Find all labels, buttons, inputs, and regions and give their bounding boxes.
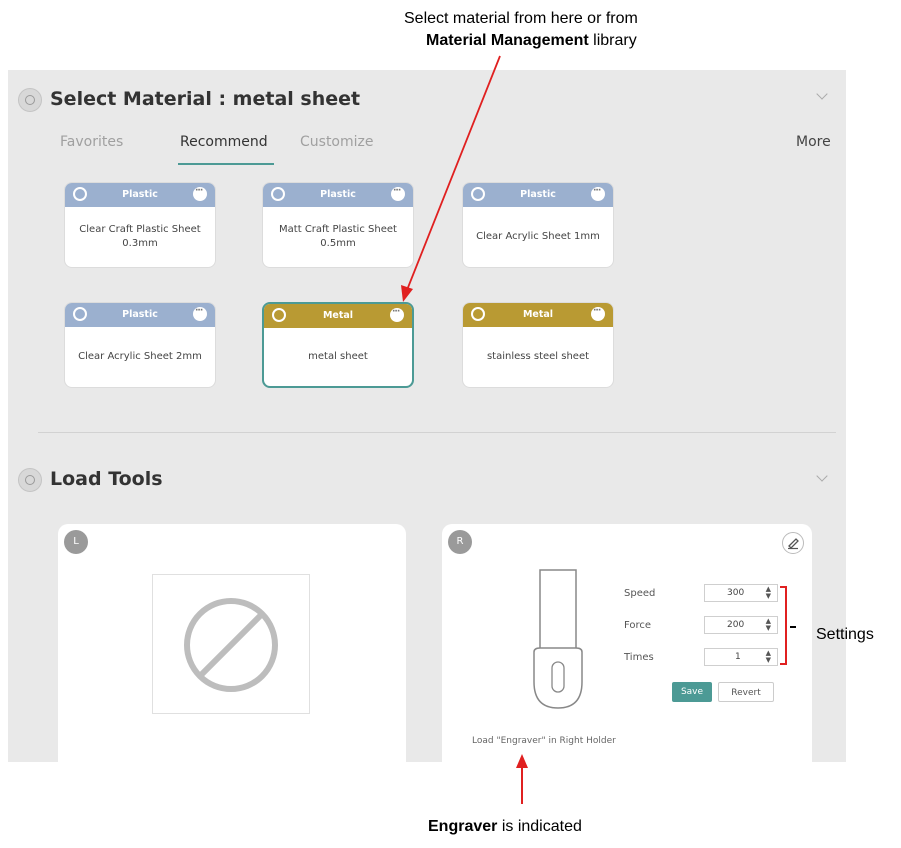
left-holder-badge: L xyxy=(64,530,88,554)
annotation-settings: Settings xyxy=(816,626,874,643)
card-category: Plastic xyxy=(122,189,158,200)
material-collapse-chevron-icon[interactable] xyxy=(816,88,828,100)
section-divider xyxy=(38,432,836,433)
tab-favorites[interactable]: Favorites xyxy=(60,134,123,150)
active-tab-underline xyxy=(178,163,274,165)
times-stepper-icon[interactable]: ▲ ▼ xyxy=(766,650,771,664)
card-name: Clear Acrylic Sheet 2mm xyxy=(78,351,202,362)
tab-recommend[interactable]: Recommend xyxy=(180,134,268,150)
more-options-icon[interactable] xyxy=(193,183,207,203)
card-name: metal sheet xyxy=(308,351,368,362)
favorite-icon[interactable] xyxy=(471,307,485,321)
card-header: Plastic xyxy=(463,183,613,207)
card-category: Plastic xyxy=(320,189,356,200)
card-name: Matt Craft Plastic Sheet 0.5mm xyxy=(279,224,397,249)
settings-bracket xyxy=(780,586,796,665)
card-name: Clear Craft Plastic Sheet 0.3mm xyxy=(79,224,201,249)
no-tool-placeholder xyxy=(152,574,310,714)
force-label: Force xyxy=(624,620,652,631)
annotation-top-line2: Material Management library xyxy=(426,32,637,50)
material-card[interactable]: Plastic Clear Acrylic Sheet 1mm xyxy=(462,182,614,268)
save-button[interactable]: Save xyxy=(672,682,712,702)
annotation-bottom: Engraver is indicated xyxy=(428,818,582,836)
card-name: Clear Acrylic Sheet 1mm xyxy=(476,231,600,242)
tab-customize[interactable]: Customize xyxy=(300,134,374,150)
card-name: stainless steel sheet xyxy=(486,351,590,362)
material-card-selected[interactable]: Metal metal sheet xyxy=(262,302,414,388)
more-options-icon[interactable] xyxy=(591,303,605,323)
right-holder-panel[interactable]: R Speed 300 ▲ ▼ Force 200 ▲ ▼ Times 1 ▲ ▼ S xyxy=(442,524,812,762)
more-options-icon[interactable] xyxy=(193,303,207,323)
speed-label: Speed xyxy=(624,588,656,599)
engraver-tool-icon xyxy=(533,569,583,709)
favorite-icon[interactable] xyxy=(271,187,285,201)
card-header: Metal xyxy=(264,304,412,328)
material-section-title: Select Material : metal sheet xyxy=(50,88,361,110)
load-instruction-text: Load "Engraver" in Right Holder xyxy=(472,736,616,746)
more-link[interactable]: More xyxy=(796,134,831,150)
app-panel: Select Material : metal sheet Favorites … xyxy=(8,70,846,762)
annotation-is-indicated: is indicated xyxy=(501,818,582,835)
favorite-icon[interactable] xyxy=(73,307,87,321)
right-holder-badge: R xyxy=(448,530,472,554)
edit-icon[interactable] xyxy=(782,532,804,554)
card-category: Metal xyxy=(322,310,354,321)
material-card[interactable]: Plastic Clear Craft Plastic Sheet 0.3mm xyxy=(64,182,216,268)
no-tool-icon xyxy=(184,598,278,692)
annotation-engraver: Engraver xyxy=(428,818,498,835)
material-section-icon xyxy=(18,88,42,112)
times-value: 1 xyxy=(735,652,741,662)
revert-button[interactable]: Revert xyxy=(718,682,774,702)
card-header: Plastic xyxy=(65,183,215,207)
speed-input[interactable]: 300 ▲ ▼ xyxy=(704,584,778,602)
card-category: Metal xyxy=(522,309,554,320)
times-input[interactable]: 1 ▲ ▼ xyxy=(704,648,778,666)
times-label: Times xyxy=(624,652,654,663)
more-options-icon[interactable] xyxy=(391,183,405,203)
force-value: 200 xyxy=(727,620,745,630)
annotation-top-line1: Select material from here or from xyxy=(404,10,638,27)
material-card[interactable]: Plastic Clear Acrylic Sheet 2mm xyxy=(64,302,216,388)
load-tools-section-icon xyxy=(18,468,42,492)
material-card[interactable]: Metal stainless steel sheet xyxy=(462,302,614,388)
force-stepper-icon[interactable]: ▲ ▼ xyxy=(766,618,771,632)
card-category: Plastic xyxy=(520,189,556,200)
card-header: Metal xyxy=(463,303,613,327)
card-category: Plastic xyxy=(122,309,158,320)
material-card[interactable]: Plastic Matt Craft Plastic Sheet 0.5mm xyxy=(262,182,414,268)
favorite-icon[interactable] xyxy=(471,187,485,201)
speed-stepper-icon[interactable]: ▲ ▼ xyxy=(766,586,771,600)
card-header: Plastic xyxy=(263,183,413,207)
favorite-icon[interactable] xyxy=(73,187,87,201)
load-tools-collapse-chevron-icon[interactable] xyxy=(816,470,828,482)
annotation-material-management: Material Management xyxy=(426,32,589,49)
speed-value: 300 xyxy=(727,588,745,598)
more-options-icon[interactable] xyxy=(390,304,404,324)
force-input[interactable]: 200 ▲ ▼ xyxy=(704,616,778,634)
more-options-icon[interactable] xyxy=(591,183,605,203)
favorite-icon[interactable] xyxy=(272,308,286,322)
left-holder-panel[interactable]: L xyxy=(58,524,406,762)
load-tools-title: Load Tools xyxy=(50,468,163,490)
annotation-library: library xyxy=(593,32,637,49)
card-header: Plastic xyxy=(65,303,215,327)
